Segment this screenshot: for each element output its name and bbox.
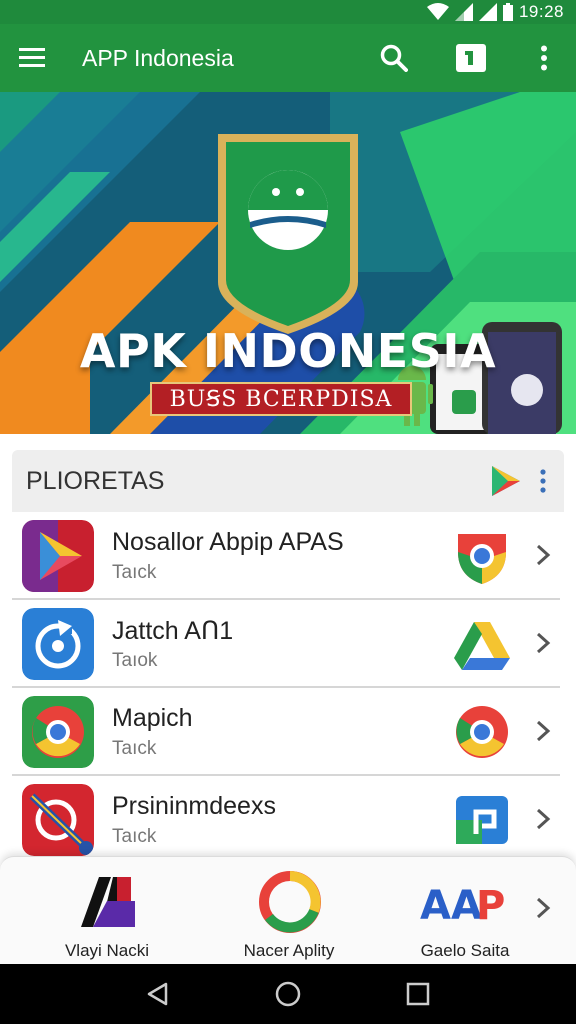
app-name: Nosallor Abpip APAS — [112, 528, 344, 556]
featured-item[interactable]: Nacer Aplity — [214, 871, 364, 961]
chevron-right-icon — [536, 720, 551, 742]
back-button[interactable] — [138, 976, 178, 1012]
app-subtitle: Taıok — [112, 650, 158, 671]
list-item[interactable]: Nosallor Abpip APAS Taıck — [0, 512, 576, 600]
banner-title: APK INDONESIA — [79, 324, 497, 378]
more-options-button[interactable] — [522, 36, 566, 80]
recents-button[interactable] — [398, 976, 438, 1012]
chrome-ring-icon — [259, 871, 321, 933]
featured-item[interactable]: Vlayi Nacki — [32, 871, 182, 961]
status-time: 19:28 — [518, 2, 564, 21]
app-subtitle: Taıck — [112, 826, 157, 847]
app-toolbar: APP Indonesia — [0, 24, 576, 92]
chevron-right-icon — [536, 632, 551, 654]
square-link-icon — [456, 796, 508, 844]
chrome-icon — [456, 706, 508, 758]
hamburger-menu-button[interactable] — [10, 36, 54, 80]
app-subtitle: Taıck — [112, 738, 157, 759]
section-more-button[interactable] — [534, 464, 552, 498]
featured-label: Vlayi Nacki — [64, 941, 150, 960]
app-subtitle: Taıck — [112, 562, 157, 583]
mx-logo-icon — [81, 877, 135, 927]
chevron-right-icon — [536, 544, 551, 566]
featured-apps-bar: Vlayi Nacki Nacer Aplity AA P Gaelo Sait… — [0, 856, 576, 964]
svg-text:AA: AA — [420, 883, 482, 929]
back-icon — [147, 982, 168, 1006]
id-badge-button[interactable] — [449, 36, 493, 80]
toolbar-title: APP Indonesia — [82, 45, 234, 71]
featured-item[interactable]: AA P Gaelo Saita — [390, 871, 540, 961]
chrome-icon — [458, 534, 506, 584]
section-title: PLIORETAS — [26, 467, 165, 495]
featured-label: Nacer Aplity — [243, 941, 335, 960]
banner-ribbon: BUꞨS BCERPDISA — [150, 382, 412, 416]
sync-icon — [22, 608, 94, 680]
svg-text:P: P — [476, 883, 505, 929]
play-store-icon — [22, 520, 94, 592]
system-nav-bar — [0, 964, 576, 1024]
list-item[interactable]: Mapich Taıck — [0, 688, 576, 776]
featured-label: Gaelo Saita — [420, 941, 510, 960]
home-icon — [275, 981, 301, 1007]
list-item[interactable]: Prsininmdeexs Taıck — [0, 776, 576, 864]
target-icon — [22, 784, 94, 856]
app-list: Nosallor Abpip APAS Taıck Jattch AՈ1 Taı… — [0, 512, 576, 864]
play-store-icon[interactable] — [486, 462, 524, 500]
app-name: Prsininmdeexs — [112, 792, 276, 820]
signal-icon — [478, 3, 497, 21]
drive-icon — [454, 622, 510, 670]
aap-text-logo: AA P — [420, 883, 505, 929]
search-button[interactable] — [372, 36, 416, 80]
recents-icon — [406, 982, 430, 1006]
app-name: Mapich — [112, 704, 193, 732]
wifi-icon — [426, 3, 449, 20]
status-bar: 19:28 — [0, 0, 576, 24]
hamburger-menu-icon — [19, 48, 45, 67]
chevron-right-icon — [536, 808, 551, 830]
chrome-icon — [22, 696, 94, 768]
signal-icon — [454, 3, 473, 21]
chevron-right-icon[interactable] — [532, 895, 554, 921]
app-name: Jattch AՈ1 — [112, 617, 234, 645]
id-badge-icon — [456, 44, 486, 72]
home-button[interactable] — [268, 976, 308, 1012]
battery-icon — [502, 3, 513, 21]
search-icon — [380, 44, 408, 72]
more-vert-icon — [540, 469, 546, 493]
promo-banner[interactable]: APK INDONESIA BUꞨS BCERPDISA — [0, 92, 576, 434]
section-header: PLIORETAS — [12, 450, 564, 512]
more-vert-icon — [541, 45, 547, 71]
list-item[interactable]: Jattch AՈ1 Taıok — [0, 600, 576, 688]
